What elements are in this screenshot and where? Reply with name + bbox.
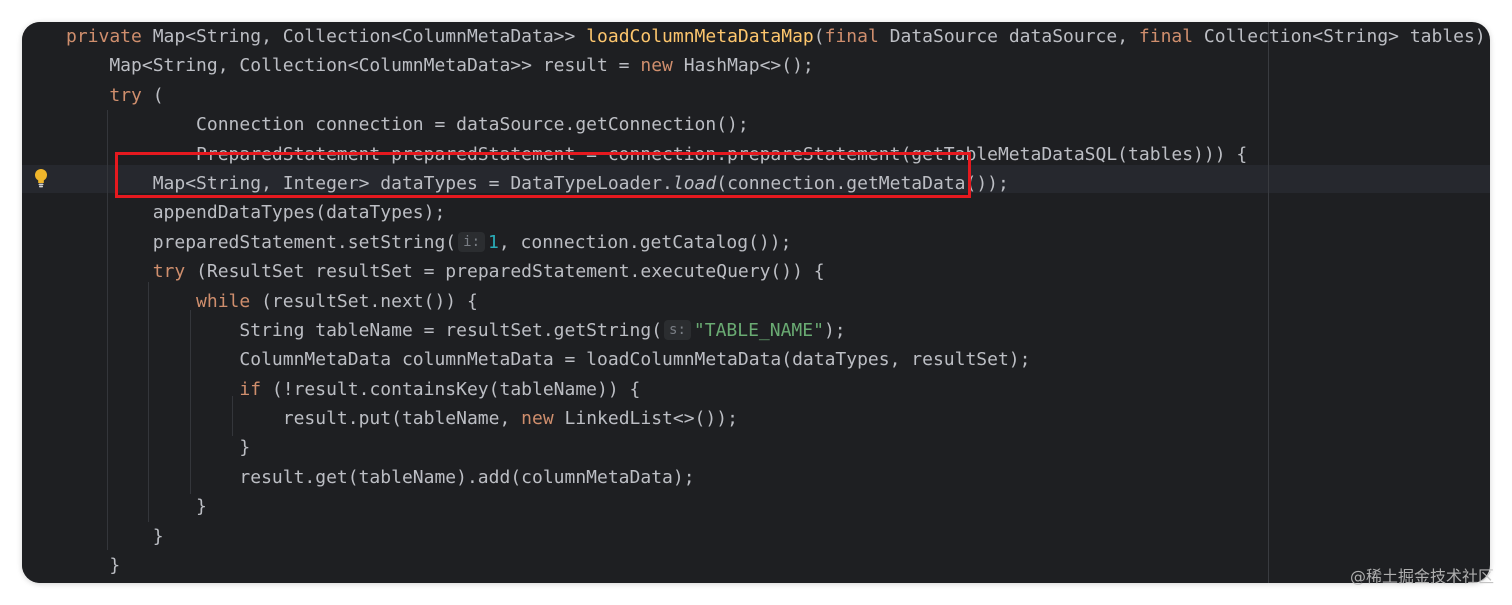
- code-area[interactable]: private Map<String, Collection<ColumnMet…: [66, 22, 1490, 583]
- code-token: 1: [488, 231, 499, 253]
- code-line[interactable]: preparedStatement.setString(i: 1, connect…: [66, 228, 1490, 257]
- code-token: DataSource dataSource,: [889, 26, 1139, 47]
- code-line[interactable]: String tableName = resultSet.getString(s…: [66, 316, 1490, 345]
- code-line[interactable]: }: [66, 551, 1490, 580]
- code-line[interactable]: ColumnMetaData columnMetaData = loadColu…: [66, 345, 1490, 374]
- code-token: try: [109, 84, 153, 106]
- code-token: (: [813, 26, 825, 47]
- code-token: appendDataTypes(dataTypes);: [66, 202, 446, 224]
- code-token: while: [196, 290, 262, 312]
- code-token: Map<String, Collection<ColumnMetaData>> …: [66, 55, 641, 77]
- code-token: Collection<String> tables): [1203, 26, 1490, 47]
- code-token: (!result.containsKey(tableName)) {: [271, 378, 641, 400]
- code-token: try: [152, 261, 197, 283]
- code-token: final: [1138, 26, 1204, 47]
- code-token: new: [640, 55, 684, 77]
- code-token: Map<String, Collection<ColumnMetaData>>: [152, 26, 587, 47]
- code-token: String tableName = resultSet.getString(: [66, 319, 663, 341]
- code-token: result.put(tableName,: [66, 408, 522, 430]
- code-token: }: [66, 437, 251, 459]
- code-line[interactable]: }: [66, 433, 1490, 462]
- code-line[interactable]: appendDataTypes(dataTypes);: [66, 198, 1490, 227]
- lightbulb-icon[interactable]: [34, 168, 48, 188]
- code-token: }: [66, 496, 207, 518]
- code-token: loadColumnMetaDataMap: [586, 26, 814, 47]
- code-line[interactable]: private Map<String, Collection<ColumnMet…: [66, 22, 1490, 51]
- code-token: LinkedList<>());: [564, 408, 738, 430]
- editor-gutter[interactable]: [22, 22, 62, 583]
- code-token: }: [66, 525, 164, 547]
- code-token: Connection connection = dataSource.getCo…: [66, 114, 749, 136]
- code-token: }: [66, 555, 121, 577]
- code-line[interactable]: Map<String, Collection<ColumnMetaData>> …: [66, 51, 1490, 80]
- code-editor[interactable]: private Map<String, Collection<ColumnMet…: [22, 22, 1490, 583]
- code-token: final: [824, 26, 890, 47]
- code-token: (ResultSet resultSet = preparedStatement…: [196, 261, 825, 283]
- code-line[interactable]: if (!result.containsKey(tableName)) {: [66, 375, 1490, 404]
- code-line[interactable]: }: [66, 492, 1490, 521]
- code-token: );: [823, 319, 846, 341]
- code-token: HashMap<>();: [683, 55, 814, 77]
- code-line[interactable]: result.put(tableName, new LinkedList<>()…: [66, 404, 1490, 433]
- code-line[interactable]: try (: [66, 81, 1490, 110]
- parameter-hint: i:: [458, 231, 485, 252]
- code-token: new: [521, 408, 565, 430]
- code-token: ColumnMetaData columnMetaData = loadColu…: [66, 349, 1031, 371]
- code-line[interactable]: return result;: [66, 580, 1490, 583]
- annotation-highlight-box: [115, 152, 971, 198]
- code-line[interactable]: result.get(tableName).add(columnMetaData…: [66, 463, 1490, 492]
- code-line[interactable]: while (resultSet.next()) {: [66, 287, 1490, 316]
- code-token: result.get(tableName).add(columnMetaData…: [66, 466, 695, 488]
- code-token: , connection.getCatalog());: [498, 231, 792, 253]
- code-token: (: [152, 84, 164, 106]
- watermark: @稀土掘金技术社区: [1349, 567, 1494, 586]
- code-line[interactable]: try (ResultSet resultSet = preparedState…: [66, 257, 1490, 286]
- code-token: "TABLE_NAME": [693, 319, 824, 341]
- parameter-hint: s:: [664, 319, 691, 340]
- code-token: preparedStatement.setString(: [66, 231, 457, 253]
- code-token: private: [66, 26, 153, 47]
- code-token: if: [239, 378, 272, 400]
- code-token: (resultSet.next()) {: [261, 290, 478, 312]
- code-line[interactable]: Connection connection = dataSource.getCo…: [66, 110, 1490, 139]
- code-line[interactable]: }: [66, 522, 1490, 551]
